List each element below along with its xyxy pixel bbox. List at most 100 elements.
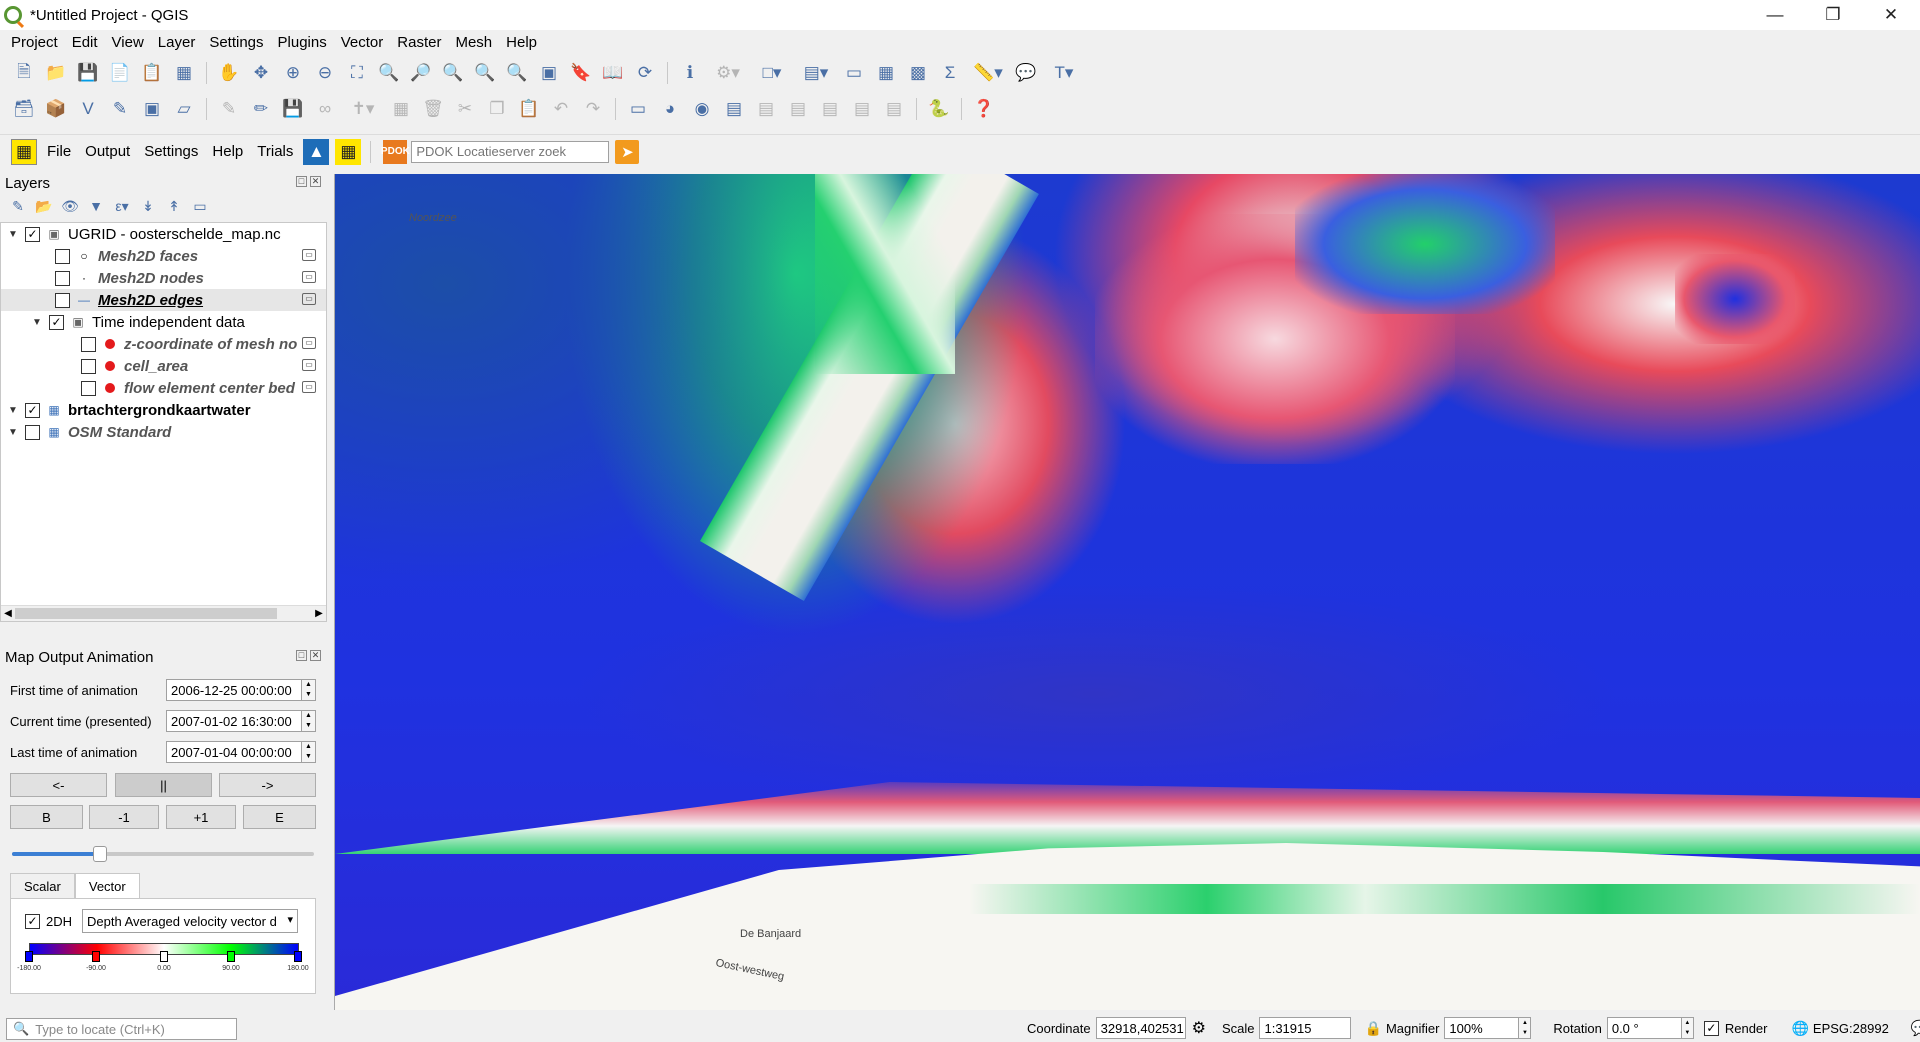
magnifier-field[interactable]: 100% xyxy=(1444,1017,1520,1039)
paste-features-icon[interactable]: 📋 xyxy=(516,96,542,122)
end-button[interactable]: E xyxy=(243,805,316,829)
add-group-icon[interactable]: 📂 xyxy=(34,196,54,216)
menu-layer[interactable]: Layer xyxy=(151,34,203,51)
layer-visibility-checkbox[interactable] xyxy=(25,424,40,440)
layer-item[interactable]: — Mesh2D edges ▭ xyxy=(1,289,326,311)
modify-attributes-icon[interactable]: ▦ xyxy=(388,96,414,122)
redo-icon[interactable]: ↷ xyxy=(580,96,606,122)
minimize-icon[interactable]: — xyxy=(1746,0,1804,30)
rotation-field[interactable]: 0.0 ° xyxy=(1606,1017,1682,1039)
expand-all-icon[interactable]: ↡ xyxy=(138,196,158,216)
step-back-button[interactable]: <- xyxy=(10,773,107,797)
vector-enable-checkbox[interactable]: ✓ xyxy=(25,913,40,929)
begin-button[interactable]: B xyxy=(10,805,83,829)
menu-mesh[interactable]: Mesh xyxy=(448,34,499,51)
new-geopackage-icon[interactable]: 📦 xyxy=(43,96,69,122)
digitize-icon[interactable]: ∞ xyxy=(312,96,338,122)
change-label-icon[interactable]: ▤ xyxy=(817,96,843,122)
float-panel-icon[interactable]: □ xyxy=(296,176,307,187)
show-hide-labels-icon[interactable]: ▤ xyxy=(721,96,747,122)
collapse-arrow-icon[interactable]: ▼ xyxy=(7,229,19,240)
vector-variable-select[interactable]: Depth Averaged velocity vector d xyxy=(82,909,299,933)
plus-one-button[interactable]: +1 xyxy=(166,805,236,829)
measure-icon[interactable]: 📏▾ xyxy=(969,60,1007,86)
select-by-value-icon[interactable]: ▤▾ xyxy=(797,60,835,86)
layer-visibility-checkbox[interactable] xyxy=(55,248,70,264)
new-project-icon[interactable]: 🗎 xyxy=(11,60,37,86)
layer-item[interactable]: cell_area ▭ xyxy=(1,355,326,377)
layer-item[interactable]: ▼ ✓ ▣ UGRID - oosterschelde_map.nc xyxy=(1,223,326,245)
step-forward-button[interactable]: -> xyxy=(219,773,316,797)
plugin-menu-trials[interactable]: Trials xyxy=(250,143,300,160)
mesh-plugin-icon[interactable]: ▦ xyxy=(11,138,37,165)
ramp-stop-marker[interactable] xyxy=(294,951,302,962)
toggle-editing-icon[interactable]: ✏ xyxy=(248,96,274,122)
plugin-menu-output[interactable]: Output xyxy=(78,143,137,160)
menu-help[interactable]: Help xyxy=(499,34,544,51)
new-bookmark-icon[interactable]: 🔖 xyxy=(568,60,594,86)
layer-visibility-checkbox[interactable] xyxy=(55,292,70,308)
layer-edit-icon[interactable]: ▭ xyxy=(302,337,316,349)
lock-icon[interactable]: 🔒 xyxy=(1365,1020,1382,1037)
data-source-manager-icon[interactable]: 🗃 xyxy=(11,96,37,122)
close-panel-icon[interactable]: ✕ xyxy=(310,176,321,187)
layer-visibility-checkbox[interactable] xyxy=(81,380,96,396)
python-console-icon[interactable]: 🐍 xyxy=(926,96,952,122)
new-temp-layer-icon[interactable]: ✎ xyxy=(107,96,133,122)
pause-button[interactable]: || xyxy=(115,773,212,797)
zoom-to-layer-icon[interactable]: 🔎 xyxy=(408,60,434,86)
save-edits-icon[interactable]: 💾 xyxy=(280,96,306,122)
collapse-arrow-icon[interactable]: ▼ xyxy=(31,317,43,328)
mesh-toolbox-icon[interactable]: ▲ xyxy=(303,138,330,165)
text-annotation-icon[interactable]: T▾ xyxy=(1045,60,1083,86)
rotate-label-icon[interactable]: ▤ xyxy=(785,96,811,122)
coordinate-toggle-icon[interactable]: ⚙ xyxy=(1192,1018,1206,1038)
field-calculator-icon[interactable]: ▩ xyxy=(905,60,931,86)
messages-item[interactable]: 💬 xyxy=(1911,1019,1920,1037)
ramp-stop-marker[interactable] xyxy=(160,951,168,962)
layer-visibility-checkbox[interactable] xyxy=(81,358,96,374)
layout-manager-icon[interactable]: 📋 xyxy=(139,60,165,86)
actions-icon[interactable]: ⚙▾ xyxy=(709,60,747,86)
copy-features-icon[interactable]: ❐ xyxy=(484,96,510,122)
plugin-menu-file[interactable]: File xyxy=(40,143,78,160)
pan-to-selection-icon[interactable]: ✥ xyxy=(248,60,274,86)
vertex-tool-icon[interactable]: ✝▾ xyxy=(344,96,382,122)
pdok-search-button[interactable]: ➤ xyxy=(615,139,640,164)
pan-hand-icon[interactable]: ✋ xyxy=(216,60,242,86)
plugin-menu-help[interactable]: Help xyxy=(205,143,250,160)
manage-themes-icon[interactable]: 👁 xyxy=(60,196,80,216)
first-time-spinner[interactable]: ▲ ▼ xyxy=(302,679,316,701)
layer-item[interactable]: ▼ ✓ ▣ Time independent data xyxy=(1,311,326,333)
move-label-icon[interactable]: ▤ xyxy=(753,96,779,122)
refresh-icon[interactable]: ⟳ xyxy=(632,60,658,86)
layer-visibility-checkbox[interactable] xyxy=(55,270,70,286)
coordinate-field[interactable]: 32918,402531 xyxy=(1095,1017,1186,1039)
open-project-icon[interactable]: 📁 xyxy=(43,60,69,86)
label-toolbar-icon[interactable]: ▭ xyxy=(625,96,651,122)
menu-settings[interactable]: Settings xyxy=(202,34,270,51)
messages-icon[interactable]: 💬 xyxy=(1911,1019,1920,1037)
current-edits-icon[interactable]: ✎ xyxy=(216,96,242,122)
cut-features-icon[interactable]: ✂ xyxy=(452,96,478,122)
render-checkbox[interactable]: ✓ xyxy=(1703,1020,1719,1036)
filter-expression-icon[interactable]: ε▾ xyxy=(112,196,132,216)
label-properties-icon[interactable]: ▤ xyxy=(849,96,875,122)
menu-plugins[interactable]: Plugins xyxy=(271,34,334,51)
close-panel-icon[interactable]: ✕ xyxy=(310,650,321,661)
layer-item[interactable]: ▼ ▦ OSM Standard xyxy=(1,421,326,443)
pdok-search-input[interactable] xyxy=(411,140,610,163)
magnifier-spinner[interactable]: ▲ ▼ xyxy=(1519,1017,1532,1039)
menu-vector[interactable]: Vector xyxy=(334,34,391,51)
locator-search[interactable]: 🔍 Type to locate (Ctrl+K) xyxy=(6,1018,237,1040)
layer-item[interactable]: ▼ ✓ ▦ brtachtergrondkaartwater xyxy=(1,399,326,421)
time-slider-handle[interactable] xyxy=(92,846,107,862)
time-slider[interactable] xyxy=(12,846,314,862)
style-icon[interactable]: ✎ xyxy=(8,196,28,216)
mesh-grid-icon[interactable]: ▦ xyxy=(335,138,362,165)
collapse-arrow-icon[interactable]: ▼ xyxy=(7,405,19,416)
zoom-next-icon[interactable]: 🔍 xyxy=(504,60,530,86)
layer-visibility-checkbox[interactable] xyxy=(81,336,96,352)
help-icon[interactable]: ❓ xyxy=(971,96,997,122)
ramp-stop-marker[interactable] xyxy=(227,951,235,962)
